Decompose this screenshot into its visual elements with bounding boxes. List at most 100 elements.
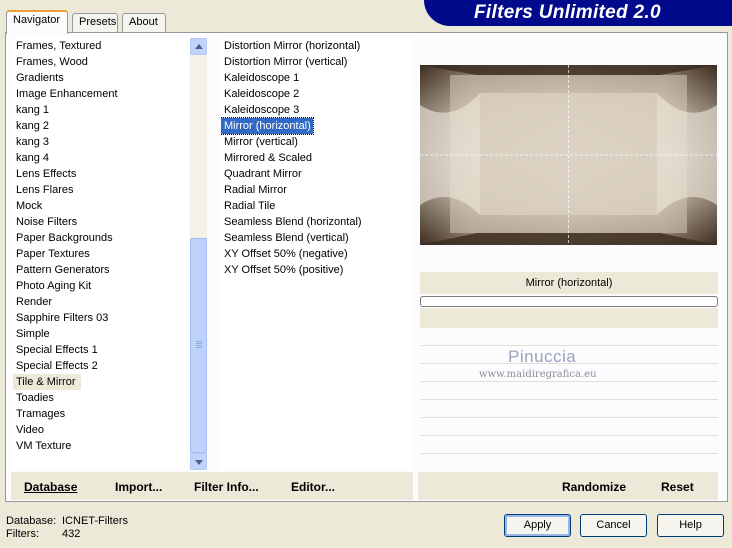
filter-item[interactable]: Mirrored & Scaled [221, 150, 413, 166]
category-item[interactable]: Special Effects 2 [13, 358, 189, 374]
database-status-label: Database: [6, 515, 57, 527]
tab-about[interactable]: About [122, 13, 166, 33]
category-item[interactable]: Lens Flares [13, 182, 189, 198]
chevron-down-icon [195, 460, 203, 465]
category-label: Lens Effects [16, 168, 77, 180]
category-label: Special Effects 1 [16, 344, 98, 356]
tab-presets[interactable]: Presets [72, 13, 118, 33]
category-item[interactable]: Simple [13, 326, 189, 342]
category-item[interactable]: Tramages [13, 406, 189, 422]
randomize-button[interactable]: Randomize [562, 480, 626, 494]
category-item[interactable]: Frames, Wood [13, 54, 189, 70]
category-label: kang 2 [16, 120, 50, 132]
filter-item[interactable]: XY Offset 50% (positive) [221, 262, 413, 278]
filter-item[interactable]: Kaleidoscope 3 [221, 102, 413, 118]
scroll-down-button[interactable] [190, 453, 207, 470]
category-label: Frames, Textured [16, 40, 102, 52]
scroll-up-button[interactable] [190, 38, 207, 55]
divider-line [420, 417, 718, 418]
divider-line [420, 453, 718, 454]
category-item[interactable]: Image Enhancement [13, 86, 189, 102]
category-label: Special Effects 2 [16, 360, 98, 372]
category-item[interactable]: Toadies [13, 390, 189, 406]
divider-line [420, 345, 718, 346]
category-item[interactable]: VM Texture [13, 438, 189, 454]
category-item[interactable]: Special Effects 1 [13, 342, 189, 358]
category-label: Video [16, 424, 44, 436]
category-item[interactable]: Paper Textures [13, 246, 189, 262]
filter-label: Seamless Blend (horizontal) [224, 216, 362, 228]
filter-item[interactable]: Distortion Mirror (horizontal) [221, 38, 413, 54]
import-button[interactable]: Import... [115, 480, 162, 494]
category-item[interactable]: Pattern Generators [13, 262, 189, 278]
category-item[interactable]: kang 4 [13, 150, 189, 166]
category-item[interactable]: Gradients [13, 70, 189, 86]
grip-line [196, 343, 202, 344]
category-label: Gradients [16, 72, 64, 84]
filter-item[interactable]: Mirror (vertical) [221, 134, 413, 150]
filter-label: Radial Mirror [224, 184, 287, 196]
grip-line [196, 347, 202, 348]
scroll-thumb[interactable] [190, 238, 207, 453]
category-label: kang 4 [16, 152, 50, 164]
category-item[interactable]: kang 1 [13, 102, 189, 118]
filter-item[interactable]: Distortion Mirror (vertical) [221, 54, 413, 70]
category-list[interactable]: Frames, Textured Frames, Wood Gradients Ima… [13, 38, 189, 470]
apply-button[interactable]: Apply [504, 514, 571, 537]
category-item[interactable]: Mock [13, 198, 189, 214]
category-label: Simple [16, 328, 50, 340]
category-item[interactable]: Paper Backgrounds [13, 230, 189, 246]
category-label: Photo Aging Kit [16, 280, 92, 292]
filter-list[interactable]: Distortion Mirror (horizontal) Distortion… [221, 38, 413, 470]
filter-label: Quadrant Mirror [224, 168, 302, 180]
category-item[interactable]: kang 2 [13, 118, 189, 134]
progress-bar [420, 296, 718, 307]
category-label: Sapphire Filters 03 [16, 312, 109, 324]
category-item[interactable]: Render [13, 294, 189, 310]
filter-item[interactable]: Kaleidoscope 1 [221, 70, 413, 86]
database-label: Database [24, 480, 78, 494]
tab-navigator[interactable]: Navigator [6, 10, 68, 34]
preview-image [420, 65, 717, 245]
filters-count-label: Filters: [6, 528, 39, 540]
filter-label: Distortion Mirror (horizontal) [224, 40, 361, 52]
category-label: Paper Backgrounds [16, 232, 113, 244]
divider-line [420, 381, 718, 382]
reset-button[interactable]: Reset [661, 480, 694, 494]
category-item[interactable]: Video [13, 422, 189, 438]
category-item[interactable]: Frames, Textured [13, 38, 189, 54]
category-label: Render [16, 296, 53, 308]
filter-item[interactable]: Radial Tile [221, 198, 413, 214]
category-item[interactable]: Lens Effects [13, 166, 189, 182]
filter-info-button[interactable]: Filter Info... [194, 480, 259, 494]
filter-label: Mirror (horizontal) [221, 117, 314, 135]
filter-label: Kaleidoscope 3 [224, 104, 300, 116]
filter-label: Kaleidoscope 1 [224, 72, 300, 84]
filter-item[interactable]: Quadrant Mirror [221, 166, 413, 182]
category-item[interactable]: Tile & Mirror [13, 374, 189, 390]
filter-item[interactable]: Mirror (horizontal) [221, 117, 413, 135]
category-item[interactable]: Sapphire Filters 03 [13, 310, 189, 326]
filter-label: XY Offset 50% (positive) [224, 264, 344, 276]
editor-button[interactable]: Editor... [291, 480, 335, 494]
category-label: VM Texture [16, 440, 72, 452]
filter-item[interactable]: Radial Mirror [221, 182, 413, 198]
filter-item[interactable]: Seamless Blend (vertical) [221, 230, 413, 246]
category-item[interactable]: Noise Filters [13, 214, 189, 230]
watermark-url: www.maidiregrafica.eu [479, 369, 597, 380]
filter-label: Seamless Blend (vertical) [224, 232, 349, 244]
help-button[interactable]: Help [657, 514, 724, 537]
filter-label: XY Offset 50% (negative) [224, 248, 348, 260]
preview-caption: Mirror (horizontal) [420, 272, 718, 294]
category-item[interactable]: kang 3 [13, 134, 189, 150]
category-label: Lens Flares [16, 184, 74, 196]
filter-item[interactable]: Kaleidoscope 2 [221, 86, 413, 102]
database-status-value: ICNET-Filters [62, 515, 128, 527]
filter-item[interactable]: Seamless Blend (horizontal) [221, 214, 413, 230]
database-button[interactable]: Database [24, 480, 77, 494]
category-scrollbar[interactable] [190, 38, 207, 470]
watermark-name: Pinuccia [508, 347, 577, 366]
cancel-button[interactable]: Cancel [580, 514, 647, 537]
category-item[interactable]: Photo Aging Kit [13, 278, 189, 294]
filter-item[interactable]: XY Offset 50% (negative) [221, 246, 413, 262]
